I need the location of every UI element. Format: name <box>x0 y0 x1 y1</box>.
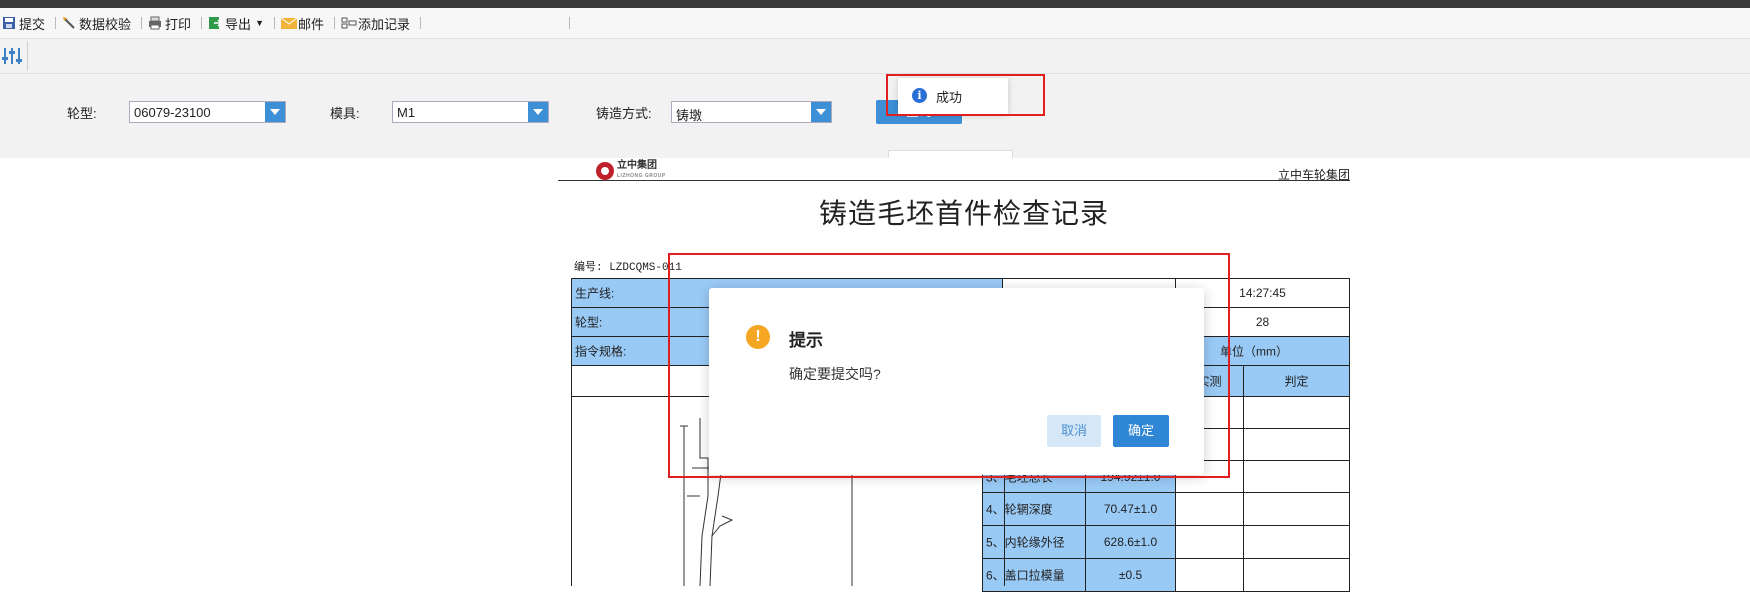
document-title: 铸造毛坯首件检查记录 <box>818 199 1109 230</box>
toolbar-divider <box>273 17 275 29</box>
submit-label: 提交 <box>19 16 46 32</box>
logo-icon <box>596 162 614 180</box>
company-logo: 立中集团 LIZHONG GROUP <box>596 160 666 182</box>
mail-icon <box>280 16 298 30</box>
measured-input[interactable] <box>1175 558 1244 592</box>
mold-select[interactable]: M1 <box>392 101 549 123</box>
confirm-button[interactable]: 确定 <box>1113 415 1169 447</box>
check-wand-icon <box>62 16 76 30</box>
judge-cell <box>1243 492 1350 526</box>
toast-tail <box>888 150 1013 158</box>
wheel-type-row-label: 轮型: <box>575 315 603 330</box>
mold-value: M1 <box>397 105 416 120</box>
print-label: 打印 <box>165 16 192 32</box>
confirm-dialog: ! 提示 确定要提交吗? 取消 确定 <box>709 288 1204 475</box>
export-label: 导出 <box>225 16 252 32</box>
chevron-down-icon[interactable] <box>265 102 285 122</box>
toolbar-divider <box>141 17 143 29</box>
unit-header-text: 单位（mm） <box>1220 344 1288 359</box>
filter-settings-icon[interactable] <box>2 47 22 68</box>
logo-text: 立中集团 <box>617 160 657 171</box>
export-button[interactable]: 导出 ▼ <box>206 13 270 33</box>
wheel-type-select[interactable]: 06079-23100 <box>129 101 286 123</box>
dialog-message: 确定要提交吗? <box>789 366 881 382</box>
wheel-type-value: 06079-23100 <box>134 105 211 120</box>
warning-icon: ! <box>746 325 770 349</box>
spec-row-label: 指令规格: <box>575 344 627 359</box>
judge-cell <box>1243 558 1350 592</box>
chevron-down-icon: ▼ <box>255 18 264 28</box>
add-record-icon <box>341 16 357 30</box>
info-icon: i <box>912 88 927 103</box>
cancel-button[interactable]: 取消 <box>1047 415 1101 447</box>
chevron-down-icon[interactable] <box>528 102 548 122</box>
dialog-title: 提示 <box>789 331 823 350</box>
casting-method-select[interactable]: 铸墩 <box>671 101 832 123</box>
mail-label: 邮件 <box>297 16 324 32</box>
export-icon <box>208 16 223 30</box>
casting-method-label: 铸造方式: <box>596 106 652 121</box>
submit-button[interactable]: 提交 <box>0 13 51 33</box>
add-record-label: 添加记录 <box>358 16 411 32</box>
toolbar-divider <box>420 17 422 29</box>
printer-icon <box>148 16 162 30</box>
toast-text: 成功 <box>936 90 963 105</box>
toolbar-divider <box>201 17 203 29</box>
mail-button[interactable]: 邮件 <box>279 13 330 33</box>
chevron-down-icon[interactable] <box>811 102 831 122</box>
print-button[interactable]: 打印 <box>146 13 197 33</box>
data-check-button[interactable]: 数据校验 <box>60 13 137 33</box>
sub-toolbar <box>0 39 1750 74</box>
item-spec-cell: ±0.5 <box>1085 558 1176 592</box>
toolbar-divider <box>334 17 335 29</box>
add-record-button[interactable]: 添加记录 <box>339 13 416 33</box>
casting-method-value: 铸墩 <box>676 108 703 123</box>
mold-label: 模具: <box>330 106 360 121</box>
toolbar-divider <box>55 17 57 29</box>
judge-cell <box>1243 525 1350 559</box>
measured-input[interactable] <box>1175 525 1244 559</box>
measured-input[interactable] <box>1175 492 1244 526</box>
item-spec-cell: 70.47±1.0 <box>1085 492 1176 526</box>
document-number: 编号: LZDCQMS-011 <box>574 262 682 274</box>
judge-header-text: 判定 <box>1284 374 1309 389</box>
judge-header: 判定 <box>1243 365 1350 397</box>
save-icon <box>2 16 16 30</box>
success-toast: i 成功 <box>898 78 1008 114</box>
production-line-label: 生产线: <box>575 286 615 301</box>
data-check-label: 数据校验 <box>79 16 132 32</box>
wheel-type-label: 轮型: <box>67 106 97 121</box>
header-rule <box>558 180 1350 181</box>
item-spec-cell: 628.6±1.0 <box>1085 525 1176 559</box>
toolbar-divider <box>569 17 571 29</box>
judge-cell <box>1243 460 1350 493</box>
window-top-bar <box>0 0 1750 8</box>
toolbar: 提交 数据校验 打印 导出 ▼ 邮件 添加记录 <box>0 8 1750 39</box>
